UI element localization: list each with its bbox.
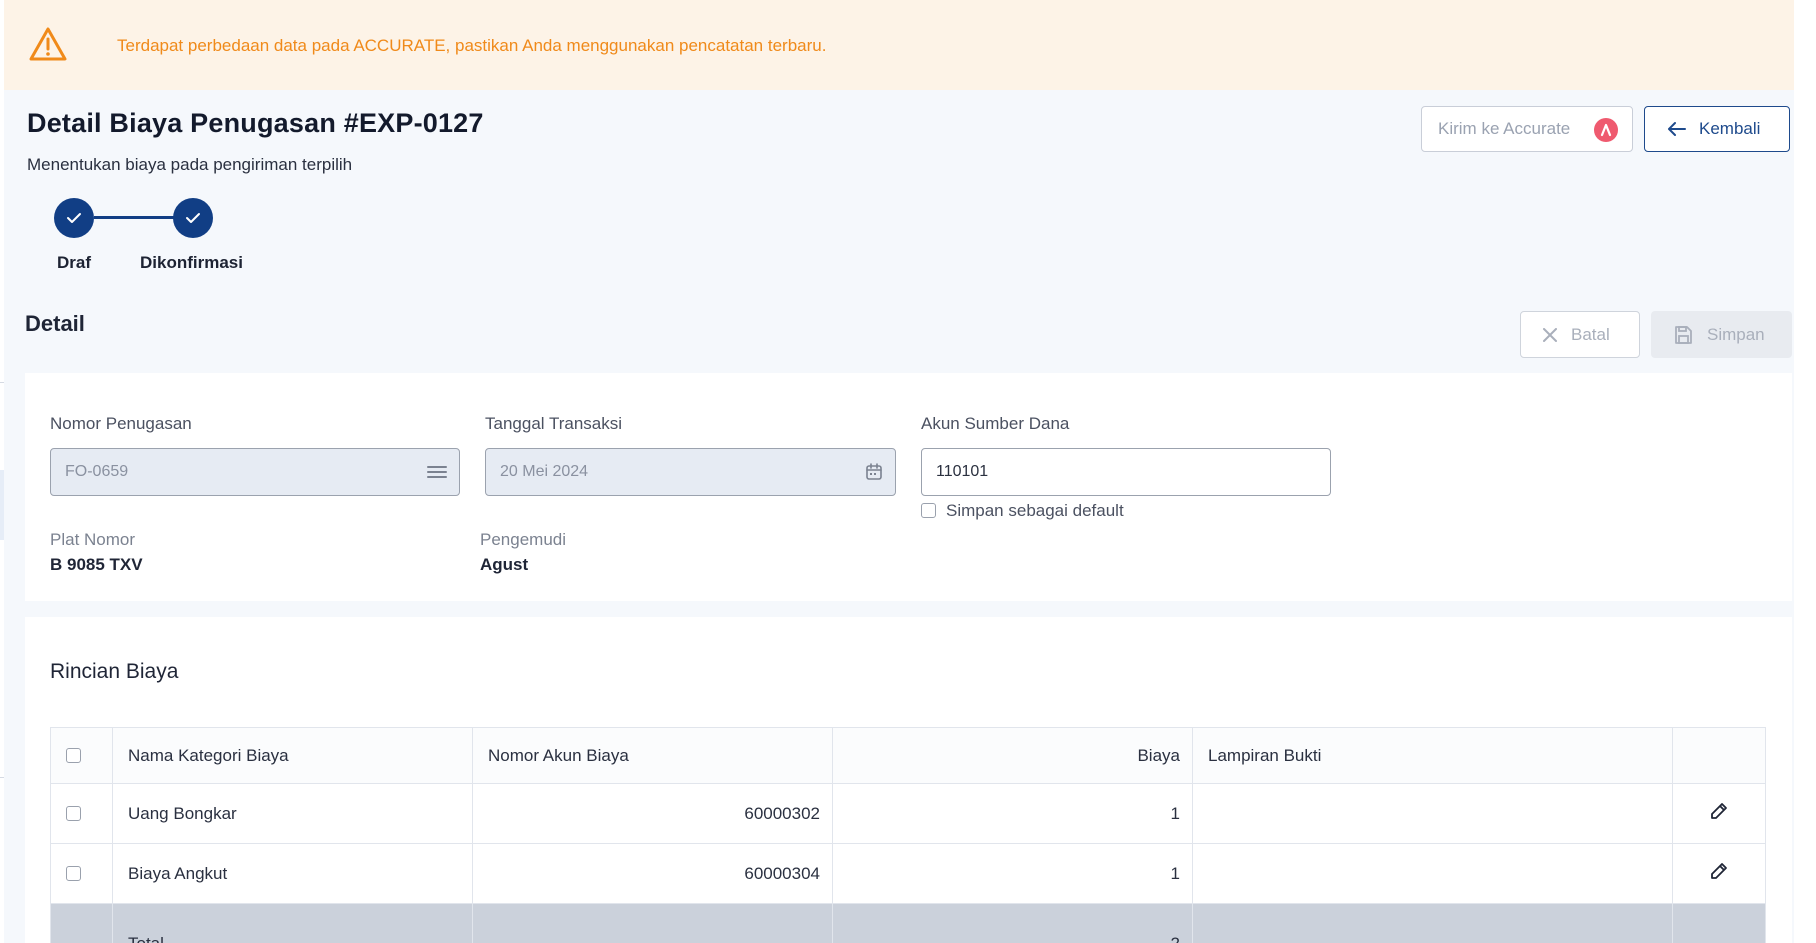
menu-lines-icon <box>427 466 447 478</box>
back-button[interactable]: Kembali <box>1644 106 1790 152</box>
cancel-button-label: Batal <box>1571 324 1610 344</box>
plat-nomor-value: B 9085 TXV <box>50 555 143 574</box>
row-select-cell <box>50 843 113 904</box>
close-icon <box>1543 327 1557 342</box>
akun-sumber-dana-label: Akun Sumber Dana <box>921 414 1070 433</box>
row-lampiran <box>1192 843 1673 904</box>
warning-message: Terdapat perbedaan data pada ACCURATE, p… <box>117 36 827 55</box>
pengemudi-label: Pengemudi <box>480 530 567 549</box>
cost-table: Nama Kategori Biaya Nomor Akun Biaya Bia… <box>50 727 1766 943</box>
detail-card: Nomor Penugasan FO-0659 Tanggal Transaks… <box>25 373 1792 601</box>
row-biaya: 1 <box>832 843 1193 904</box>
step-dikonfirmasi-indicator <box>173 198 213 238</box>
akun-sumber-dana-field[interactable]: 110101 <box>921 448 1331 496</box>
warning-triangle-icon <box>28 26 68 62</box>
row-checkbox[interactable] <box>66 865 81 881</box>
nomor-penugasan-field[interactable]: FO-0659 <box>50 448 460 496</box>
total-empty-cell <box>1672 903 1766 943</box>
tanggal-transaksi-value: 20 Mei 2024 <box>500 463 589 480</box>
stepper-connector <box>94 216 174 219</box>
row-select-cell <box>50 783 113 844</box>
page: Terdapat perbedaan data pada ACCURATE, p… <box>0 0 1816 943</box>
select-all-checkbox[interactable] <box>66 747 81 763</box>
row-nomor-akun: 60000304 <box>472 843 833 904</box>
cost-details-title: Rincian Biaya <box>50 660 179 683</box>
table-row: Biaya Angkut 60000304 1 <box>50 843 1766 904</box>
arrow-left-icon <box>1668 122 1686 136</box>
edit-pencil-icon[interactable] <box>1710 862 1728 880</box>
calendar-icon <box>866 463 882 480</box>
save-button-label: Simpan <box>1707 324 1765 344</box>
send-to-accurate-label: Kirim ke Accurate <box>1438 119 1571 138</box>
column-header-actions <box>1672 727 1766 784</box>
check-icon <box>67 213 81 223</box>
send-to-accurate-button[interactable]: Kirim ke Accurate <box>1421 106 1633 152</box>
column-header-nama: Nama Kategori Biaya <box>112 727 473 784</box>
select-all-cell <box>50 727 113 784</box>
column-header-biaya: Biaya <box>832 727 1193 784</box>
column-header-nomor-akun: Nomor Akun Biaya <box>472 727 833 784</box>
default-checkbox[interactable] <box>921 503 936 518</box>
column-header-lampiran: Lampiran Bukti <box>1192 727 1673 784</box>
row-checkbox[interactable] <box>66 805 81 821</box>
step-draf-indicator <box>54 198 94 238</box>
nomor-penugasan-value: FO-0659 <box>65 463 129 480</box>
row-actions <box>1672 783 1766 844</box>
tanggal-transaksi-label: Tanggal Transaksi <box>485 414 623 433</box>
warning-banner: Terdapat perbedaan data pada ACCURATE, p… <box>4 0 1794 90</box>
step-draf-label: Draf <box>57 253 92 272</box>
table-header-row: Nama Kategori Biaya Nomor Akun Biaya Bia… <box>50 727 1766 784</box>
row-lampiran <box>1192 783 1673 844</box>
page-title: Detail Biaya Penugasan #EXP-0127 <box>27 108 484 138</box>
table-row: Uang Bongkar 60000302 1 <box>50 783 1766 844</box>
save-button[interactable]: Simpan <box>1651 311 1792 358</box>
page-subtitle: Menentukan biaya pada pengiriman terpili… <box>27 155 353 174</box>
row-nomor-akun: 60000302 <box>472 783 833 844</box>
row-actions <box>1672 843 1766 904</box>
total-label: Total <box>112 903 473 943</box>
detail-section-title: Detail <box>25 311 85 336</box>
row-nama: Uang Bongkar <box>112 783 473 844</box>
nomor-penugasan-label: Nomor Penugasan <box>50 414 192 433</box>
step-dikonfirmasi-label: Dikonfirmasi <box>140 253 243 272</box>
tanggal-transaksi-field[interactable]: 20 Mei 2024 <box>485 448 896 496</box>
pengemudi-value: Agust <box>480 555 529 574</box>
cancel-button[interactable]: Batal <box>1520 311 1640 358</box>
total-value: 2 <box>832 903 1193 943</box>
left-sidebar-edge <box>0 0 4 943</box>
back-button-label: Kembali <box>1699 119 1761 138</box>
accurate-logo-icon <box>1594 118 1618 142</box>
plat-nomor-label: Plat Nomor <box>50 530 136 549</box>
edit-pencil-icon[interactable] <box>1710 802 1728 820</box>
row-biaya: 1 <box>832 783 1193 844</box>
total-row: Total 2 <box>50 903 1766 943</box>
right-scroll-gutter <box>1794 0 1816 943</box>
total-empty-cell <box>50 903 113 943</box>
total-empty-cell <box>472 903 833 943</box>
akun-sumber-dana-value: 110101 <box>936 463 989 480</box>
row-nama: Biaya Angkut <box>112 843 473 904</box>
save-icon <box>1675 325 1692 344</box>
default-checkbox-label: Simpan sebagai default <box>946 501 1124 520</box>
check-icon <box>186 213 200 223</box>
total-empty-cell <box>1192 903 1673 943</box>
